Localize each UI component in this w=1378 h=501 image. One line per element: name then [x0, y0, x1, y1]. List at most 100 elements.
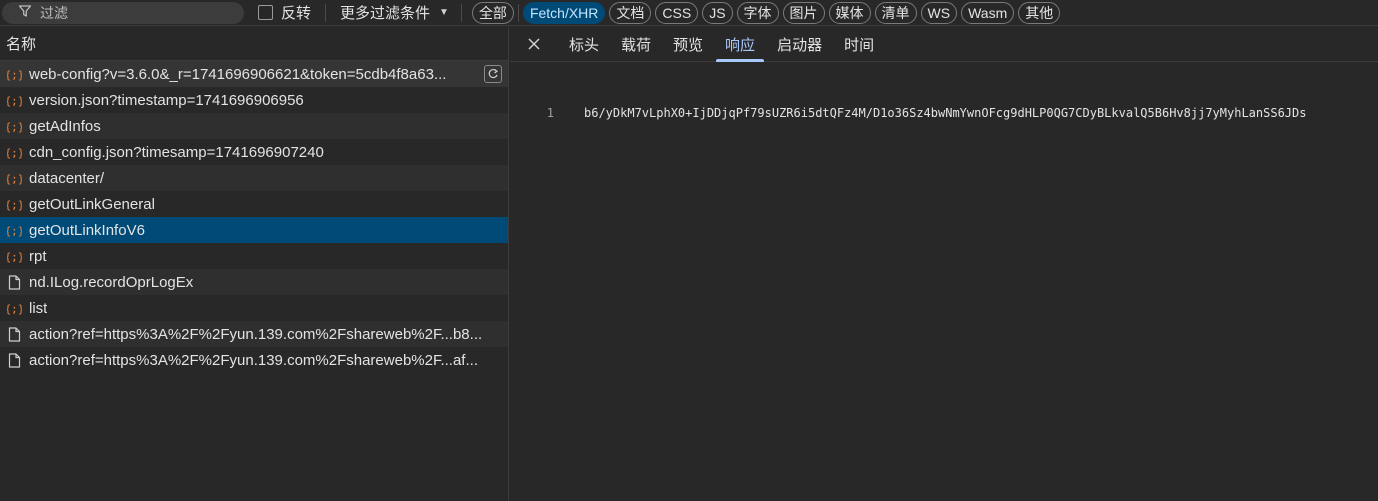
- more-filters-label: 更多过滤条件: [340, 5, 431, 22]
- toolbar-divider: [460, 3, 462, 22]
- request-row[interactable]: {;} datacenter/: [0, 165, 508, 191]
- resource-type-chips: 全部 Fetch/XHR 文档 CSS JS 字体 图片 媒体 清单 WS Wa…: [471, 1, 1064, 24]
- tab-preview[interactable]: 预览: [662, 27, 714, 61]
- tab-label: 时间: [844, 36, 875, 54]
- svg-text:{;}: {;}: [7, 94, 22, 107]
- tab-timing[interactable]: 时间: [833, 27, 885, 61]
- tab-label: 预览: [673, 36, 704, 54]
- document-icon: [7, 274, 22, 290]
- tab-label: 标头: [569, 36, 600, 54]
- tab-label: 载荷: [621, 36, 652, 54]
- tab-label: 启动器: [777, 36, 823, 54]
- chip-label: CSS: [662, 4, 692, 21]
- fetch-icon: {;}: [7, 301, 22, 316]
- caret-down-icon: ▼: [439, 7, 449, 18]
- chip-js[interactable]: JS: [702, 1, 733, 24]
- request-name: datacenter/: [29, 169, 105, 187]
- chip-label: 其他: [1025, 4, 1054, 21]
- fetch-icon: {;}: [7, 197, 22, 212]
- close-detail-button[interactable]: [510, 27, 558, 61]
- chip-ws[interactable]: WS: [920, 1, 958, 24]
- request-row[interactable]: {;} cdn_config.json?timesamp=17416969072…: [0, 139, 508, 165]
- request-name: cdn_config.json?timesamp=1741696907240: [29, 143, 324, 161]
- chip-manifest[interactable]: 清单: [874, 1, 917, 24]
- chip-css[interactable]: CSS: [655, 1, 699, 24]
- request-name: getAdInfos: [29, 117, 101, 135]
- name-column-header[interactable]: 名称: [0, 27, 508, 61]
- line-number: 1: [546, 106, 554, 120]
- chip-all[interactable]: 全部: [471, 1, 514, 24]
- toolbar-divider: [325, 3, 327, 22]
- chip-wasm[interactable]: Wasm: [961, 1, 1015, 24]
- request-row[interactable]: action?ref=https%3A%2F%2Fyun.139.com%2Fs…: [0, 321, 508, 347]
- svg-text:{;}: {;}: [7, 198, 22, 211]
- chip-label: JS: [709, 4, 726, 21]
- filter-placeholder: 过滤: [40, 4, 68, 21]
- chip-img[interactable]: 图片: [782, 1, 825, 24]
- chip-fetch-xhr[interactable]: Fetch/XHR: [522, 1, 606, 24]
- chip-label: 全部: [478, 4, 507, 21]
- request-name: getOutLinkInfoV6: [29, 221, 145, 239]
- request-name: nd.ILog.recordOprLogEx: [29, 273, 194, 291]
- request-name: version.json?timestamp=1741696906956: [29, 91, 304, 109]
- invert-toggle[interactable]: 反转: [258, 2, 311, 23]
- filter-icon: [18, 4, 32, 22]
- request-name: web-config?v=3.6.0&_r=1741696906621&toke…: [29, 65, 447, 83]
- request-row[interactable]: {;} web-config?v=3.6.0&_r=1741696906621&…: [0, 61, 508, 87]
- chip-doc[interactable]: 文档: [609, 1, 652, 24]
- chip-label: 文档: [616, 4, 645, 21]
- request-row[interactable]: {;} list: [0, 295, 508, 321]
- request-row-selected[interactable]: {;} getOutLinkInfoV6: [0, 217, 508, 243]
- request-name: action?ref=https%3A%2F%2Fyun.139.com%2Fs…: [29, 351, 478, 369]
- fetch-icon: {;}: [7, 223, 22, 238]
- reload-icon[interactable]: [484, 65, 502, 83]
- svg-text:{;}: {;}: [7, 224, 22, 237]
- svg-text:{;}: {;}: [7, 172, 22, 185]
- tab-initiator[interactable]: 启动器: [766, 27, 833, 61]
- fetch-icon: {;}: [7, 145, 22, 160]
- chip-label: 图片: [789, 4, 818, 21]
- chip-label: WS: [927, 4, 951, 21]
- invert-label: 反转: [281, 5, 312, 22]
- svg-text:{;}: {;}: [7, 250, 22, 263]
- response-viewer[interactable]: 1 b6/yDkM7vLphX0+IjDDjqPf79sUZR6i5dtQFz4…: [510, 62, 1378, 500]
- detail-tab-bar: 标头 载荷 预览 响应 启动器 时间: [510, 27, 1378, 62]
- chip-label: Wasm: [968, 4, 1008, 21]
- fetch-icon: {;}: [7, 119, 22, 134]
- response-text[interactable]: b6/yDkM7vLphX0+IjDDjqPf79sUZR6i5dtQFz4M/…: [584, 106, 1378, 120]
- request-row[interactable]: {;} rpt: [0, 243, 508, 269]
- tab-response[interactable]: 响应: [714, 27, 766, 62]
- request-list-panel: 名称 {;} web-config?v=3.6.0&_r=17416969066…: [0, 27, 509, 501]
- chip-label: 清单: [881, 4, 910, 21]
- chip-divider: [517, 3, 519, 22]
- filter-input[interactable]: 过滤: [2, 1, 244, 24]
- chip-label: 字体: [743, 4, 772, 21]
- tab-headers[interactable]: 标头: [558, 27, 610, 61]
- tab-payload[interactable]: 载荷: [610, 27, 662, 61]
- document-icon: [7, 326, 22, 342]
- request-name: getOutLinkGeneral: [29, 195, 155, 213]
- svg-text:{;}: {;}: [7, 146, 22, 159]
- fetch-icon: {;}: [7, 93, 22, 108]
- request-row[interactable]: action?ref=https%3A%2F%2Fyun.139.com%2Fs…: [0, 347, 508, 373]
- filter-toolbar: 过滤 反转 更多过滤条件 ▼ 全部 Fetch/XHR 文档 CSS JS 字体…: [0, 0, 1378, 26]
- tab-label: 响应: [725, 36, 756, 54]
- request-row[interactable]: nd.ILog.recordOprLogEx: [0, 269, 508, 295]
- request-row[interactable]: {;} getOutLinkGeneral: [0, 191, 508, 217]
- request-name: rpt: [29, 247, 47, 265]
- column-header-label: 名称: [6, 36, 37, 53]
- chip-other[interactable]: 其他: [1018, 1, 1061, 24]
- code-line: 1 b6/yDkM7vLphX0+IjDDjqPf79sUZR6i5dtQFz4…: [510, 103, 1378, 123]
- request-name: action?ref=https%3A%2F%2Fyun.139.com%2Fs…: [29, 325, 483, 343]
- request-row[interactable]: {;} version.json?timestamp=1741696906956: [0, 87, 508, 113]
- fetch-icon: {;}: [7, 67, 22, 82]
- request-row[interactable]: {;} getAdInfos: [0, 113, 508, 139]
- chip-media[interactable]: 媒体: [828, 1, 871, 24]
- invert-checkbox[interactable]: [258, 5, 273, 20]
- more-filters-dropdown[interactable]: 更多过滤条件 ▼: [340, 2, 449, 23]
- chip-font[interactable]: 字体: [736, 1, 779, 24]
- svg-text:{;}: {;}: [7, 302, 22, 315]
- document-icon: [7, 352, 22, 368]
- chip-label: 媒体: [835, 4, 864, 21]
- fetch-icon: {;}: [7, 171, 22, 186]
